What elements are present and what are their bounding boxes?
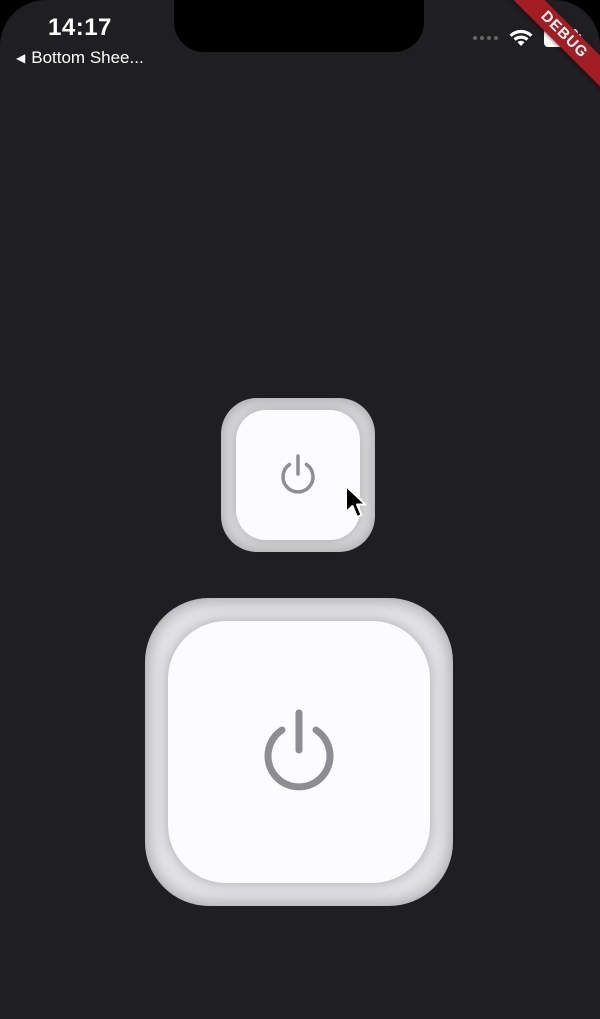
triangle-left-icon: ◀ (16, 51, 26, 65)
debug-banner: DEBUG (499, 0, 600, 100)
device-notch (174, 0, 424, 52)
small-power-button-well (221, 398, 375, 552)
large-power-button-well (145, 598, 453, 906)
back-to-app-link[interactable]: ◀ Bottom Shee... (16, 48, 144, 68)
power-icon (281, 454, 315, 494)
wifi-icon (509, 29, 533, 46)
small-power-button[interactable] (236, 410, 360, 540)
signal-dots-icon (473, 36, 498, 40)
mouse-cursor-icon (345, 485, 367, 518)
status-time: 14:17 (48, 14, 112, 41)
back-label: Bottom Shee... (31, 48, 144, 67)
app-screen: 14:17 ◀ Bottom Shee... DEBUG (0, 0, 600, 1019)
power-icon (264, 709, 334, 791)
large-power-button[interactable] (168, 621, 430, 883)
